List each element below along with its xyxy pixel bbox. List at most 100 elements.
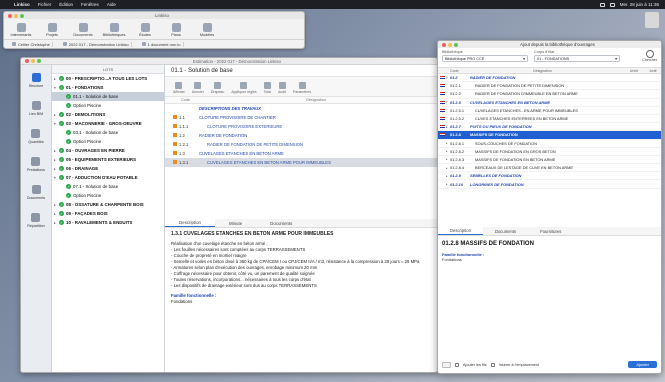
tree-solution-item[interactable]: ✓ Option Piscine — [52, 137, 164, 146]
library-row[interactable]: ▾ 01.2 RADIER DE FONDATION — [438, 74, 661, 83]
audit-button[interactable]: Audit — [278, 82, 286, 94]
rail-documents[interactable]: Documents — [27, 185, 45, 200]
column-code[interactable]: Code — [438, 69, 462, 73]
menu-file[interactable]: Fichier — [38, 2, 52, 7]
tree-lot-item[interactable]: ▸ ✓ 05 - EQUIPEMENTS EXTERIEURS — [52, 155, 164, 164]
chevron-right-icon[interactable]: ▸ — [54, 77, 57, 81]
tree-lot-item[interactable]: ▸ ✓ 10 - RAVALEMENTS & ENDUITS — [52, 218, 164, 227]
chevron-right-icon[interactable]: ▸ — [54, 113, 57, 117]
tree-lot-item[interactable]: ▾ ✓ 03 - MACONNERIE - GROS-OEUVRE — [52, 119, 164, 128]
column-designation[interactable]: Désignation — [462, 69, 623, 73]
undo-button[interactable]: Annuler — [192, 82, 204, 94]
toolbar-plans-button[interactable]: Plans — [165, 23, 187, 37]
tab-fournitures[interactable]: Fournitures — [528, 227, 573, 235]
menu-app-name[interactable]: Linkiso — [14, 2, 30, 7]
tree-solution-item[interactable]: ✓ 01.1 - Solution de base — [52, 92, 164, 101]
rail-services[interactable]: Prestations — [27, 157, 45, 172]
chevron-down-icon[interactable]: ▾ — [54, 86, 57, 90]
library-row[interactable]: ▸ 01.2.8.4 BERCEAUX DE LESTAGE DE CUVE EN … — [438, 164, 661, 173]
close-icon[interactable] — [25, 59, 29, 63]
menu-edit[interactable]: Édition — [59, 2, 73, 7]
table-row[interactable]: DESCRIPTIONS DES TRAVAUX — [165, 104, 437, 113]
toolbar-bibliotheques-button[interactable]: Bibliothèques — [103, 23, 125, 37]
tab-description[interactable]: Description — [165, 219, 215, 227]
library-row[interactable]: 01.2.2 RADIER DE FONDATION D'IMMEUBLE EN … — [438, 90, 661, 99]
chevron-down-icon[interactable]: ▾ — [54, 122, 57, 126]
library-select[interactable]: Bibliothèque PRO CCE ▾ — [442, 55, 528, 62]
table-row[interactable]: 1.2 RADIER DE FONDATION — [165, 131, 437, 140]
tree-lot-item[interactable]: ▸ ✓ 00 - PRESCRIPTIO...A TOUS LES LOTS — [52, 74, 164, 83]
close-icon[interactable] — [442, 42, 446, 47]
toolbar-intervenants-button[interactable]: Intervenants — [10, 23, 32, 37]
status-user[interactable]: Cellier Christophe — [10, 41, 53, 47]
apply-rules-button[interactable]: Appliquer règles — [231, 82, 257, 94]
disk-icon[interactable] — [645, 12, 659, 28]
tab-documents[interactable]: Documents — [256, 219, 306, 227]
chevron-right-icon[interactable]: ▸ — [54, 212, 57, 216]
toolbar-documents-button[interactable]: Documents — [72, 23, 94, 37]
lot-select[interactable]: 01 - FONDATIONS ▾ — [534, 55, 620, 62]
close-icon[interactable] — [8, 13, 12, 18]
chevron-right-icon[interactable]: ▸ — [54, 149, 57, 153]
menu-windows[interactable]: Fenêtres — [81, 2, 99, 7]
status-project[interactable]: 2022 017 - Démonstration Linkiso — [61, 41, 132, 47]
table-row[interactable]: 1.3.1 CUVELAGES ETANCHES EN BETON ARME PO… — [165, 158, 437, 167]
wifi-icon[interactable] — [609, 2, 615, 7]
library-row[interactable]: ▾ 01.2.5 CUVELAGES ETANCHES EN BETON ARME — [438, 99, 661, 107]
tree-lot-item[interactable]: ▸ ✓ 02 - DEMOLITIONS — [52, 110, 164, 119]
tree-lot-item[interactable]: ▸ ✓ 09 - FAÇADES BOIS — [52, 209, 164, 218]
library-row[interactable]: ▸ 01.2.10 LONGRINES DE FONDATION — [438, 180, 661, 189]
table-row[interactable]: 1.1.1 CLOTURE PROVISOIRE EXTERIEURE — [165, 122, 437, 131]
total-button[interactable]: Total — [264, 82, 271, 94]
tree-lot-item[interactable]: ▸ ✓ 06 - DRAINAGE — [52, 164, 164, 173]
chevron-right-icon[interactable]: ▸ — [54, 158, 57, 162]
tree-solution-item[interactable]: ✓ 07.1 - Solution de base — [52, 182, 164, 191]
flag-button[interactable]: Drapeau — [211, 82, 224, 94]
tree-lot-item[interactable]: ▾ ✓ 07 - ADDUCTION D'EAU POTABLE — [52, 173, 164, 182]
tree-lot-item[interactable]: ▸ ✓ 08 - OSSATURE & CHARPENTE BOIS — [52, 200, 164, 209]
column-unit[interactable]: Unité — [623, 69, 645, 73]
rail-bim-link[interactable]: Lien BIM — [29, 101, 43, 116]
tree-lot-item[interactable]: ▾ ✓ 01 - FONDATIONS — [52, 83, 164, 92]
insert-at-position-checkbox[interactable] — [490, 362, 495, 367]
rail-structure[interactable]: Structure — [29, 73, 43, 88]
minimize-icon[interactable] — [14, 13, 18, 18]
tab-documents[interactable]: Documents — [483, 227, 528, 235]
chevron-right-icon[interactable]: ▸ — [54, 167, 57, 171]
library-row[interactable]: ▸ 01.2.8.1 SOUS-COUCHES DE FONDATION — [438, 140, 661, 148]
options-button[interactable] — [442, 361, 451, 368]
chevron-right-icon[interactable]: ▸ — [54, 221, 57, 225]
library-row[interactable]: 01.2.1 RADIER DE FONDATION DE PETITE DIME… — [438, 82, 661, 91]
tree-solution-item[interactable]: ✓ Option Piscine — [52, 191, 164, 200]
description-body[interactable]: 1.3.1 CUVELAGES ETANCHES EN BETON ARME P… — [171, 231, 431, 305]
table-row[interactable]: 1.2.1 RADIER DE FONDATION DE PETITE DIMEN… — [165, 140, 437, 149]
rail-distribution[interactable]: Répartition — [27, 213, 45, 228]
search-button[interactable]: Chercher — [642, 50, 657, 62]
library-row[interactable]: ▸ 01.2.9 SEMELLES DE FONDATION — [438, 172, 661, 181]
tree-solution-item[interactable]: ✓ Option Piscine — [52, 101, 164, 110]
tree-solution-item[interactable]: ✓ 03.1 - Solution de base — [52, 128, 164, 137]
library-row[interactable]: 01.2.5.1 CUVELAGES ETANCHES...EN ARME POU… — [438, 107, 661, 115]
library-row[interactable]: ▾ 01.2.8 MASSIFS DE FONDATION — [438, 131, 661, 140]
chevron-down-icon[interactable]: ▾ — [54, 176, 57, 180]
clock[interactable]: Mer. 28 juin à 11:36 — [620, 2, 659, 7]
tab-description[interactable]: Description — [438, 227, 483, 235]
settings-button[interactable]: Paramètres — [293, 82, 311, 94]
add-button[interactable]: Ajouter — [628, 361, 657, 368]
library-row[interactable]: ▸ 01.2.7 PUITS OU PIEUX DE FONDATION — [438, 123, 661, 132]
table-row[interactable]: 1.3 CUVELAGES ETANCHES EN BETON ARME — [165, 149, 437, 158]
column-active[interactable]: Actif — [645, 69, 661, 73]
menu-help[interactable]: Aide — [107, 2, 116, 7]
chevron-right-icon[interactable]: ▸ — [54, 203, 57, 207]
library-row[interactable]: ▸ 01.2.8.3 MASSIFS DE FONDATION EN BETON A… — [438, 156, 661, 165]
status-unread[interactable]: 1 document non lu — [140, 41, 184, 47]
toolbar-etudes-button[interactable]: Études — [134, 23, 156, 37]
toolbar-modeles-button[interactable]: Modèles — [196, 23, 218, 37]
rail-quantities[interactable]: Quantités — [28, 129, 44, 144]
battery-icon[interactable] — [599, 2, 605, 7]
library-row[interactable]: ▸ 01.2.8.2 MASSIFS DE FONDATION EN GROS BE… — [438, 148, 661, 156]
table-row[interactable]: 1.1 CLOTURE PROVISOIRE DE CHANTIER — [165, 113, 437, 122]
minimize-icon[interactable] — [448, 42, 452, 47]
tree-lot-item[interactable]: ▸ ✓ 04 - OUVRAGES EN PIERRE — [52, 146, 164, 155]
add-children-checkbox[interactable] — [455, 362, 459, 367]
